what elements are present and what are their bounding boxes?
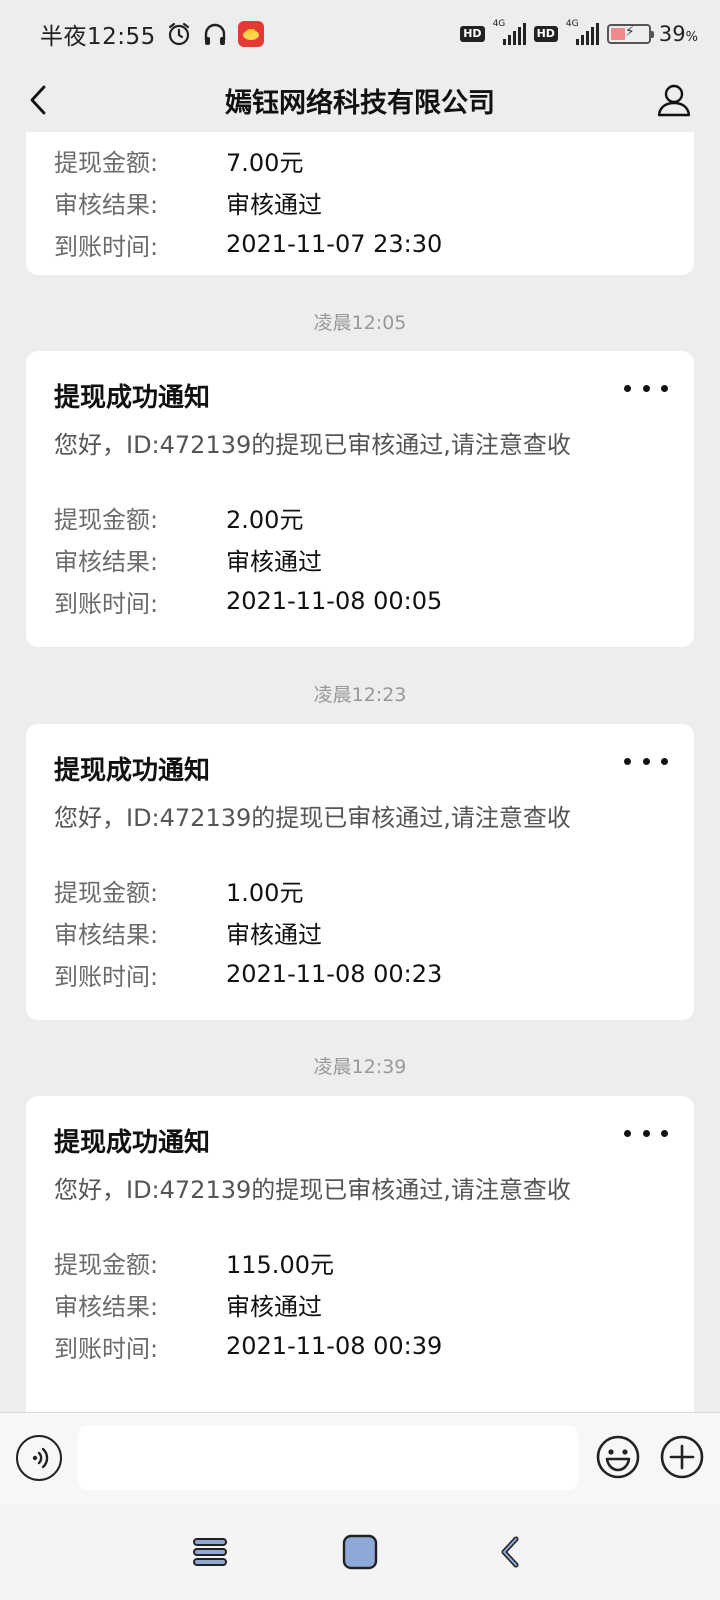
detail-row: 提现金额: 115.00元 — [54, 1244, 674, 1280]
menu-icon — [193, 1538, 227, 1566]
hd-badge: HD — [460, 26, 485, 42]
detail-row: 到账时间: 2021-11-07 23:30 — [54, 226, 674, 262]
battery-icon: ⚡ — [606, 24, 654, 44]
detail-row: 到账时间: 2021-11-08 00:05 — [54, 583, 674, 619]
notification-card-partial: 提现金额: 7.00元 审核结果: 审核通过 到账时间: 2021-11-07 … — [26, 132, 694, 275]
detail-value: 审核通过 — [226, 190, 322, 219]
detail-value: 审核通过 — [226, 920, 322, 949]
page-title: 嫣钰网络科技有限公司 — [225, 87, 495, 119]
detail-row: 提现金额: 7.00元 — [54, 142, 674, 178]
detail-label: 提现金额: — [54, 878, 159, 907]
emoji-icon — [596, 1435, 640, 1479]
more-button[interactable] — [624, 1118, 668, 1148]
detail-label: 审核结果: — [54, 547, 159, 576]
home-button[interactable] — [338, 1532, 382, 1572]
alarm-icon — [168, 22, 189, 46]
detail-row: 到账时间: 2021-11-08 00:39 — [54, 1328, 674, 1364]
person-icon — [657, 84, 691, 117]
card-description: 您好，ID:472139的提现已审核通过,请注意查收 — [54, 804, 571, 832]
emoji-button[interactable] — [594, 1433, 642, 1481]
detail-row: 审核结果: 审核通过 — [54, 184, 674, 220]
detail-label: 提现金额: — [54, 505, 159, 534]
detail-label: 审核结果: — [54, 190, 159, 219]
detail-label: 提现金额: — [54, 148, 159, 177]
notification-card[interactable]: 提现成功通知 您好，ID:472139的提现已审核通过,请注意查收 提现金额: … — [26, 724, 694, 1020]
battery-percent: 39% — [658, 22, 698, 46]
home-square-icon — [342, 1534, 378, 1570]
system-navigation-bar — [0, 1504, 720, 1600]
detail-value: 2021-11-08 00:23 — [226, 960, 443, 988]
detail-row: 提现金额: 1.00元 — [54, 872, 674, 908]
card-title: 提现成功通知 — [54, 1128, 211, 1158]
detail-label: 到账时间: — [54, 589, 159, 618]
back-button[interactable] — [18, 80, 58, 120]
headphones-icon — [204, 23, 225, 45]
plus-icon — [660, 1435, 704, 1479]
card-description: 您好，ID:472139的提现已审核通过,请注意查收 — [54, 1176, 571, 1204]
hd-badge-2: HD — [533, 26, 558, 42]
detail-label: 到账时间: — [54, 1334, 159, 1363]
detail-value: 2.00元 — [226, 505, 304, 534]
notification-card[interactable]: 提现成功通知 您好，ID:472139的提现已审核通过,请注意查收 提现金额: … — [26, 351, 694, 647]
header-bar: 嫣钰网络科技有限公司 — [0, 68, 720, 132]
detail-value: 审核通过 — [226, 547, 322, 576]
detail-value: 1.00元 — [226, 878, 304, 907]
status-time: 半夜12:55 — [40, 24, 156, 50]
detail-value: 2021-11-08 00:05 — [226, 587, 443, 615]
message-input[interactable] — [78, 1426, 578, 1490]
card-title: 提现成功通知 — [54, 756, 211, 786]
detail-row: 到账时间: 2021-11-08 00:23 — [54, 956, 674, 992]
detail-label: 审核结果: — [54, 1292, 159, 1321]
detail-value: 2021-11-07 23:30 — [226, 230, 443, 258]
detail-row: 审核结果: 审核通过 — [54, 541, 674, 577]
profile-button[interactable] — [652, 78, 696, 122]
detail-value: 115.00元 — [226, 1250, 334, 1279]
message-timestamp: 凌晨12:39 — [313, 1056, 407, 1078]
detail-value: 7.00元 — [226, 148, 304, 177]
message-timestamp: 凌晨12:05 — [313, 312, 407, 334]
detail-row: 提现金额: 2.00元 — [54, 499, 674, 535]
message-feed[interactable]: 提现金额: 7.00元 审核结果: 审核通过 到账时间: 2021-11-07 … — [0, 132, 720, 1412]
more-actions-button[interactable] — [658, 1433, 706, 1481]
back-arrow-icon — [501, 1536, 519, 1568]
detail-value: 2021-11-08 00:39 — [226, 1332, 443, 1360]
app-notification-icon — [237, 21, 264, 47]
card-title: 提现成功通知 — [54, 383, 211, 413]
message-timestamp: 凌晨12:23 — [313, 684, 407, 706]
detail-value: 审核通过 — [226, 1292, 322, 1321]
more-button[interactable] — [624, 373, 668, 403]
system-back-button[interactable] — [488, 1532, 532, 1572]
detail-label: 到账时间: — [54, 962, 159, 991]
more-button[interactable] — [624, 746, 668, 776]
card-description: 您好，ID:472139的提现已审核通过,请注意查收 — [54, 431, 571, 459]
menu-button[interactable] — [188, 1532, 232, 1572]
signal-icon-2: 4G — [566, 19, 599, 45]
detail-row: 审核结果: 审核通过 — [54, 914, 674, 950]
notification-card[interactable]: 提现成功通知 您好，ID:472139的提现已审核通过,请注意查收 提现金额: … — [26, 1096, 694, 1412]
signal-icon: 4G — [493, 19, 526, 45]
detail-label: 到账时间: — [54, 232, 159, 261]
detail-row: 审核结果: 审核通过 — [54, 1286, 674, 1322]
status-bar: 半夜12:55 HD 4G HD 4G ⚡ 39% — [0, 0, 720, 68]
voice-icon — [32, 1447, 49, 1469]
voice-button[interactable] — [16, 1435, 62, 1481]
detail-label: 提现金额: — [54, 1250, 159, 1279]
chevron-left-icon — [30, 85, 46, 115]
detail-label: 审核结果: — [54, 920, 159, 949]
chat-input-bar — [0, 1412, 720, 1504]
